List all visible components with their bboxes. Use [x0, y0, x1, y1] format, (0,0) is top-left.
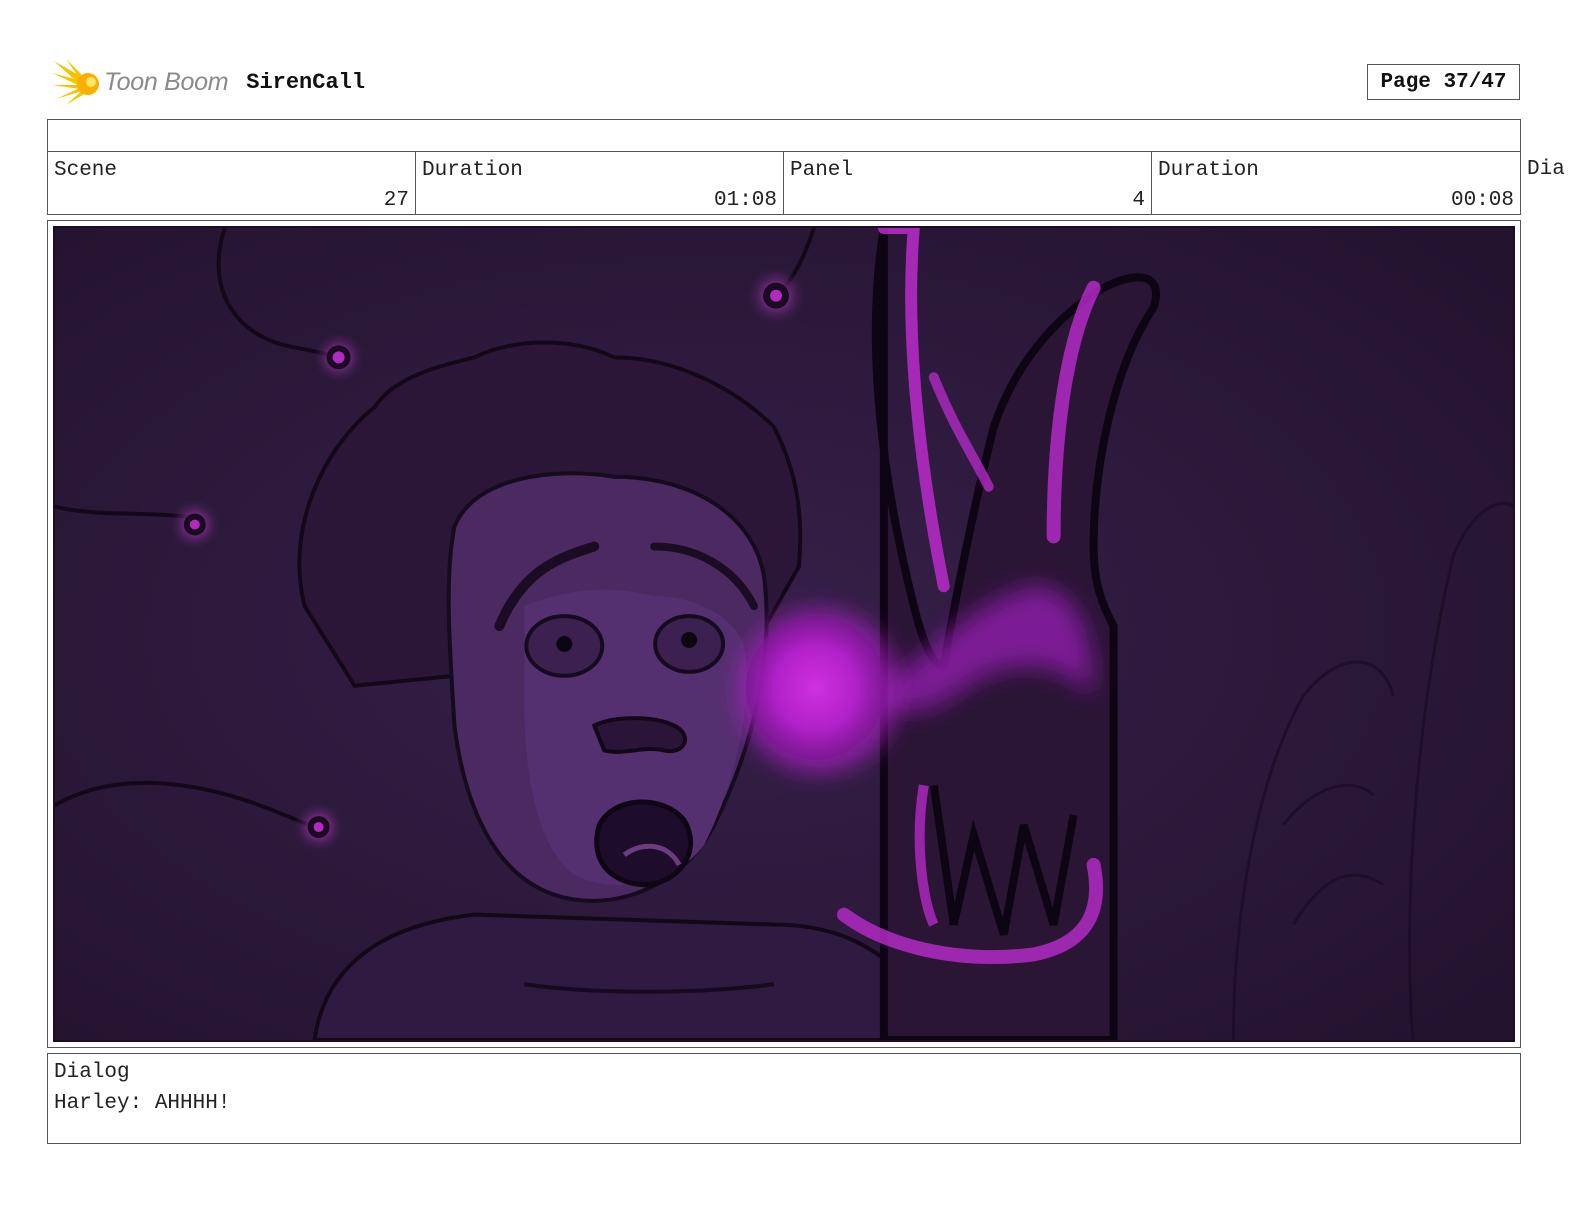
panel-label: Panel: [790, 159, 854, 182]
dialog-header-label: Dia: [1527, 158, 1565, 181]
scene-label: Scene: [54, 159, 118, 182]
scene-value: 27: [383, 189, 409, 212]
sequence-title-strip: [47, 119, 1521, 152]
dialog-text: Harley: AHHHH!: [54, 1092, 231, 1115]
info-row: Scene 27 Duration 01:08 Panel 4 Duration…: [47, 151, 1582, 215]
dialog-box: Dialog Harley: AHHHH!: [47, 1053, 1521, 1144]
logo-text: Toon Boom: [104, 67, 229, 96]
starburst-icon: [52, 59, 99, 105]
toon-boom-logo: Toon Boom: [52, 57, 229, 107]
panel-duration-value: 00:08: [1450, 189, 1514, 212]
scene-duration-label: Duration: [422, 159, 523, 182]
scene-duration-value: 01:08: [713, 189, 777, 212]
panel-duration-label: Duration: [1158, 159, 1259, 182]
scene-cell: Scene 27: [47, 151, 416, 215]
scene-duration-cell: Duration 01:08: [415, 151, 784, 215]
page-number: Page 37/47: [1367, 64, 1520, 100]
project-title: SirenCall: [246, 69, 366, 95]
panel-value: 4: [1132, 189, 1145, 212]
dialog-header-cell: Dia: [1520, 151, 1582, 215]
panel-duration-cell: Duration 00:08: [1151, 151, 1521, 215]
panel-cell: Panel 4: [783, 151, 1152, 215]
storyboard-panel-image: [53, 226, 1515, 1042]
panel-frame: [47, 220, 1521, 1048]
page-header: Toon Boom SirenCall: [52, 56, 365, 108]
dialog-label: Dialog: [54, 1061, 130, 1084]
